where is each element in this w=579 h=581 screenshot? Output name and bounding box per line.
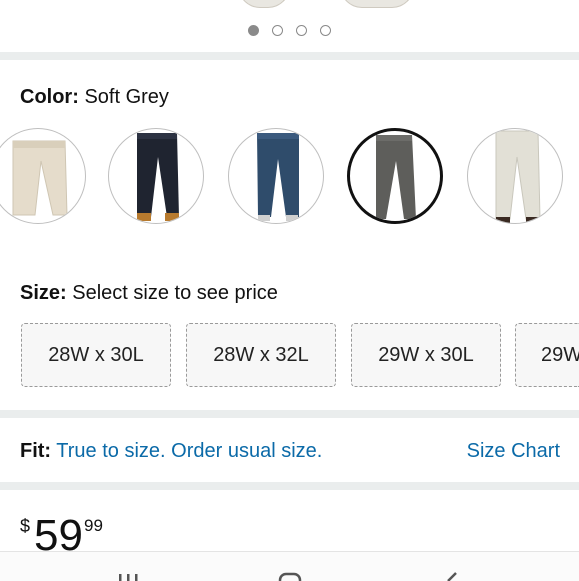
size-option-label: 29W x 30L	[378, 343, 474, 366]
jeans-blue-icon	[257, 133, 299, 221]
section-divider	[0, 482, 579, 490]
size-option-button[interactable]: 29W x 30L	[351, 323, 501, 387]
color-label: Color:	[20, 86, 79, 108]
color-swatch-light-stone[interactable]	[467, 128, 563, 224]
size-option-button[interactable]: 28W x 30L	[21, 323, 171, 387]
size-prompt: Select size to see price	[72, 282, 278, 304]
jeans-khaki-icon	[12, 140, 68, 216]
selected-color-name: Soft Grey	[84, 86, 169, 108]
fit-description-link[interactable]: True to size. Order usual size.	[56, 440, 322, 462]
section-divider	[0, 52, 579, 60]
color-selection-label: Color: Soft Grey	[20, 86, 169, 109]
carousel-dot[interactable]	[248, 25, 259, 36]
price-currency: $	[20, 516, 31, 536]
carousel-dot[interactable]	[296, 25, 307, 36]
color-swatch-soft-grey[interactable]	[347, 128, 443, 224]
product-image-remnant	[0, 0, 579, 22]
jeans-stone-icon	[495, 130, 541, 223]
fit-label: Fit:	[20, 440, 52, 462]
color-swatch-khaki[interactable]	[0, 128, 86, 224]
section-divider	[0, 410, 579, 418]
price-fraction: 99	[84, 516, 103, 535]
size-option-label: 28W x 32L	[213, 343, 309, 366]
size-option-button[interactable]: 29W x 32L	[515, 323, 579, 387]
carousel-dot[interactable]	[272, 25, 283, 36]
size-selection-label: Size: Select size to see price	[20, 282, 278, 305]
jeans-dark-icon	[137, 133, 179, 221]
size-chart-link[interactable]: Size Chart	[467, 440, 560, 463]
size-option-label: 29W x 32L	[541, 343, 579, 366]
size-label: Size:	[20, 282, 67, 304]
system-navigation-bar	[0, 551, 579, 581]
size-option-label: 28W x 30L	[48, 343, 144, 366]
color-swatch-medium-blue[interactable]	[228, 128, 324, 224]
color-swatch-dark-rinse[interactable]	[108, 128, 204, 224]
carousel-dot[interactable]	[320, 25, 331, 36]
fit-info: Fit: True to size. Order usual size.	[20, 440, 322, 463]
jeans-grey-icon	[376, 135, 416, 219]
size-option-button[interactable]: 28W x 32L	[186, 323, 336, 387]
carousel-dots	[0, 25, 579, 41]
